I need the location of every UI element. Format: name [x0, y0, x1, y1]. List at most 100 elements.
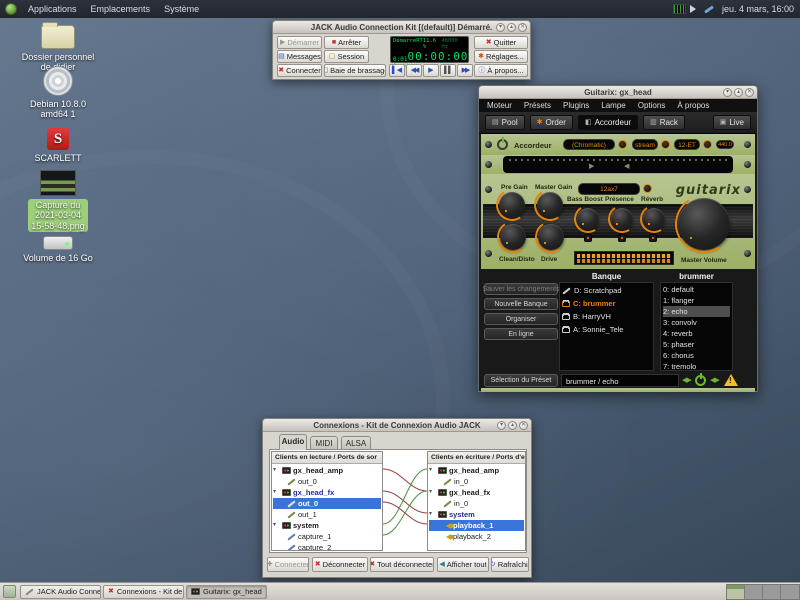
qjackctl-titlebar[interactable]: JACK Audio Connection Kit [(default)] Dé… — [273, 21, 530, 34]
writable-clients-header[interactable]: Clients en écriture / Ports d'ent — [428, 452, 525, 464]
pre-gain-knob[interactable] — [499, 192, 525, 218]
port-row[interactable]: out_1 — [273, 509, 381, 520]
client-row[interactable]: ▾system — [273, 520, 381, 531]
bank-row[interactable]: B: HarryVH — [562, 311, 651, 322]
tube-selector-dropdown[interactable]: 12ax7 — [578, 183, 640, 195]
maximize-icon[interactable]: ▴ — [507, 23, 516, 32]
preset-row-selected[interactable]: 2: echo — [663, 306, 730, 317]
about-button[interactable]: ⓘÀ propos... — [474, 64, 528, 77]
menu-moteur[interactable]: Moteur — [487, 101, 512, 110]
menu-apropos[interactable]: À propos — [677, 101, 709, 110]
workspace-1[interactable] — [727, 585, 745, 599]
tuner-button[interactable]: ◧Accordeur — [578, 115, 638, 130]
jack-tray-icon[interactable] — [673, 4, 686, 14]
tuner-power-button[interactable] — [497, 139, 508, 150]
desktop-icon-screenshot[interactable]: Capture du 2021-03-04 15-58-48.png — [20, 170, 96, 232]
port-row[interactable]: out_0 — [273, 476, 381, 487]
master-gain-knob[interactable] — [537, 192, 563, 218]
maximize-icon[interactable]: ▴ — [734, 88, 743, 97]
bypass-arrows-icon[interactable]: ◀▶ — [682, 376, 691, 386]
preset-row[interactable]: 7: tremolo — [663, 361, 730, 372]
maximize-icon[interactable]: ▴ — [508, 421, 517, 430]
minimize-icon[interactable]: ▾ — [496, 23, 505, 32]
tuner-temperament-dropdown[interactable]: 12-ET — [674, 139, 700, 150]
master-volume-knob[interactable] — [678, 198, 730, 250]
quit-button[interactable]: ✖Quitter — [474, 36, 528, 49]
client-row[interactable]: ▾gx_head_amp — [429, 465, 524, 476]
refresh-button[interactable]: ↻Rafraîchir — [491, 557, 529, 572]
session-button[interactable]: ▢Session — [324, 50, 369, 63]
online-button[interactable]: En ligne — [484, 328, 558, 340]
expander-icon[interactable]: ▾ — [273, 465, 280, 476]
rack-button[interactable]: ▥Rack — [643, 115, 685, 130]
tuner-stream-knob[interactable] — [661, 140, 670, 149]
workspace-2[interactable] — [745, 585, 763, 599]
connect-button[interactable]: ✖Connecter — [277, 64, 322, 77]
desktop-icon-volume[interactable]: Volume de 16 Go — [20, 236, 96, 263]
menu-presets[interactable]: Présets — [524, 101, 551, 110]
preset-row[interactable]: 1: flanger — [663, 295, 730, 306]
menu-lampe[interactable]: Lampe — [601, 101, 625, 110]
presence-switch[interactable] — [618, 234, 626, 242]
clock[interactable]: jeu. 4 mars, 16:00 — [718, 4, 794, 14]
live-button[interactable]: ▣Live — [713, 115, 751, 130]
reverb-knob[interactable] — [643, 208, 665, 230]
expander-icon[interactable]: ▾ — [273, 487, 280, 498]
readable-clients-header[interactable]: Clients en lecture / Ports de sor — [272, 452, 382, 464]
preset-row[interactable]: 5: phaser — [663, 339, 730, 350]
order-button[interactable]: ✱Order — [530, 115, 573, 130]
disconnect-all-button[interactable]: ✖Tout déconnecter — [370, 557, 434, 572]
transport-pause-button[interactable]: ▌▌ — [440, 64, 456, 77]
stop-button[interactable]: ■Arrêter — [324, 36, 369, 49]
tuner-stream-dropdown[interactable]: stream — [632, 139, 658, 150]
expander-icon[interactable]: ▾ — [429, 465, 436, 476]
menu-options[interactable]: Options — [638, 101, 666, 110]
close-icon[interactable]: ✕ — [745, 88, 754, 97]
warning-icon[interactable] — [724, 374, 738, 386]
preset-selection-button[interactable]: Sélection du Préset — [484, 374, 558, 387]
close-icon[interactable]: ✕ — [519, 421, 528, 430]
preset-row[interactable]: 4: reverb — [663, 328, 730, 339]
drive-knob[interactable] — [538, 224, 564, 250]
bluetooth-pen-icon[interactable] — [704, 5, 714, 13]
workspace-3[interactable] — [763, 585, 781, 599]
expander-icon[interactable]: ▾ — [273, 520, 280, 531]
tuner-mode-dropdown[interactable]: (Chromatic) — [563, 139, 615, 150]
distro-menu-icon[interactable] — [5, 3, 17, 15]
task-guitarix[interactable]: Guitarix: gx_head — [186, 585, 267, 599]
minimize-icon[interactable]: ▾ — [497, 421, 506, 430]
bypass-arrows-icon[interactable]: ◀▶ — [710, 376, 719, 386]
start-button[interactable]: ▶Démarrer — [277, 36, 322, 49]
port-row[interactable]: playback_2 — [429, 531, 524, 542]
port-row[interactable]: in_0 — [429, 476, 524, 487]
transport-backward-button[interactable]: ◀◀ — [406, 64, 422, 77]
menu-emplacements[interactable]: Emplacements — [84, 0, 158, 18]
save-changes-button[interactable]: Sauver les changements — [484, 283, 558, 295]
guitarix-titlebar[interactable]: Guitarix: gx_head — [479, 86, 757, 99]
clean-disto-knob[interactable] — [500, 224, 526, 250]
tube-selector-knob[interactable] — [643, 184, 652, 193]
tuner-reference-pitch[interactable]: 440.0 — [716, 140, 734, 149]
close-icon[interactable]: ✕ — [518, 23, 527, 32]
bank-row[interactable]: D: Scratchpad — [562, 285, 651, 296]
transport-rewind-button[interactable]: ▌◀ — [389, 64, 405, 77]
tuner-mode-knob[interactable] — [618, 140, 627, 149]
port-row[interactable]: in_0 — [429, 498, 524, 509]
desktop-icon-debian-cd[interactable]: Debian 10.8.0 amd64 1 — [20, 66, 96, 120]
show-desktop-button[interactable] — [3, 585, 16, 598]
tab-midi[interactable]: MIDI — [310, 436, 338, 450]
preset-row[interactable]: 3: convolv — [663, 317, 730, 328]
transport-forward-button[interactable]: ▶▶ — [457, 64, 473, 77]
tab-audio[interactable]: Audio — [279, 434, 307, 450]
volume-icon[interactable] — [690, 5, 700, 13]
task-connections[interactable]: ✖Connexions - Kit de Co... — [103, 585, 184, 599]
new-bank-button[interactable]: Nouvelle Banque — [484, 298, 558, 310]
bass-boost-knob[interactable] — [577, 208, 599, 230]
preset-row[interactable]: 6: chorus — [663, 350, 730, 361]
pool-button[interactable]: ▤Pool — [485, 115, 525, 130]
power-icon[interactable] — [695, 375, 706, 386]
preset-row[interactable]: 0: default — [663, 284, 730, 295]
menu-plugins[interactable]: Plugins — [563, 101, 589, 110]
task-qjackctl[interactable]: JACK Audio Connectio... — [20, 585, 101, 599]
messages-button[interactable]: ▤Messages — [277, 50, 322, 63]
